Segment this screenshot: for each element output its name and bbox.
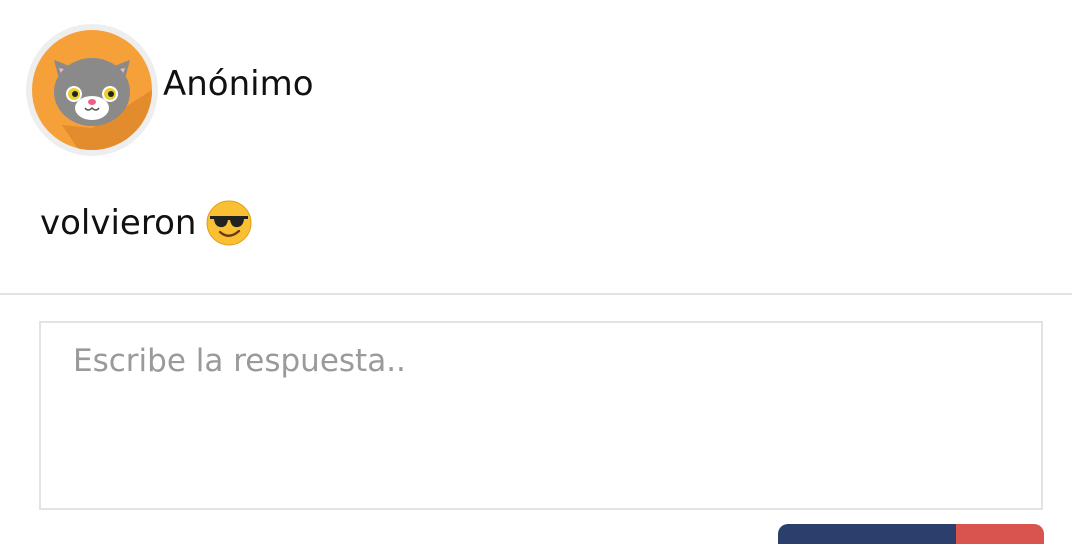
post-header: Anónimo: [26, 24, 314, 156]
reply-textarea[interactable]: [39, 321, 1043, 510]
cat-avatar-icon: [32, 30, 152, 150]
cancel-button[interactable]: [956, 524, 1044, 544]
message-text: volvieron: [40, 203, 197, 243]
avatar[interactable]: [26, 24, 158, 156]
author-name[interactable]: Anónimo: [163, 64, 314, 104]
message-body: volvieron: [40, 200, 252, 246]
sunglasses-smile-emoji-icon: [206, 200, 252, 246]
divider: [0, 293, 1072, 295]
submit-button[interactable]: [778, 524, 966, 544]
